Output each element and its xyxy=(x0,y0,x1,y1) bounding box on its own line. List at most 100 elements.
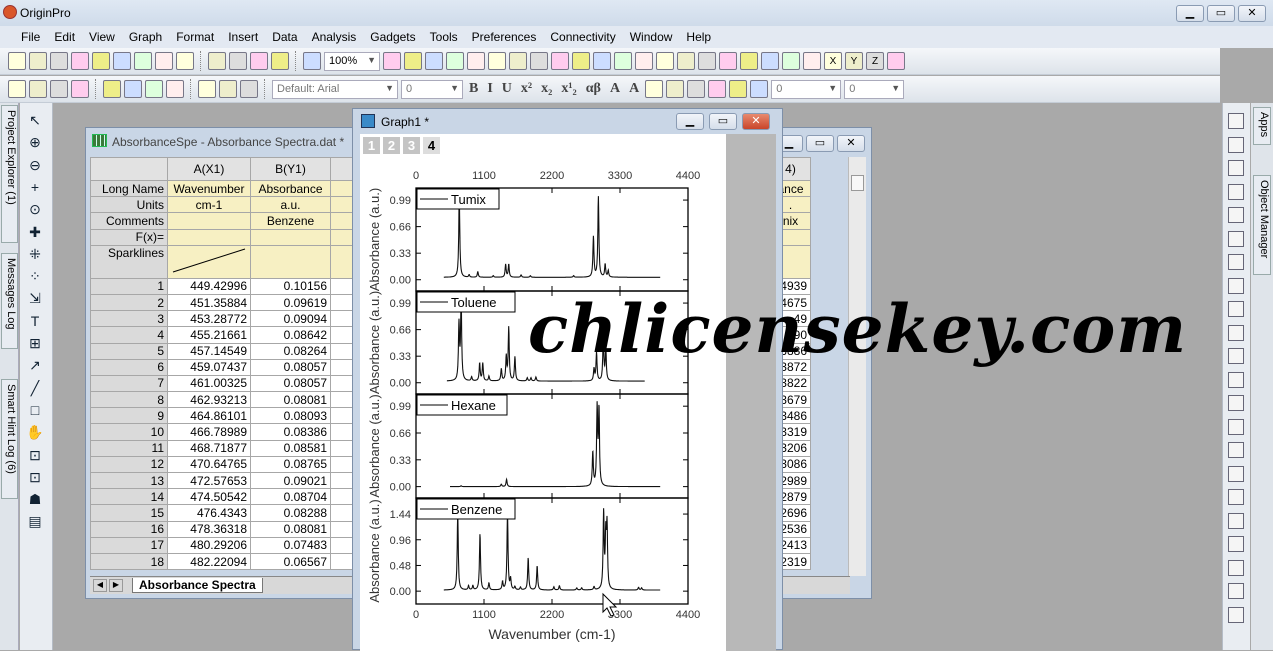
new-project-icon[interactable] xyxy=(8,52,26,70)
row-number[interactable]: 1 xyxy=(90,277,168,295)
paste-icon[interactable] xyxy=(240,80,258,98)
cell-wavenumber[interactable]: 461.00325 xyxy=(167,374,251,393)
menu-window[interactable]: Window xyxy=(623,26,680,48)
long-name-a[interactable]: Wavenumber xyxy=(167,179,251,198)
import-excel-icon[interactable] xyxy=(71,80,89,98)
right-tool-icon-14[interactable] xyxy=(1228,418,1244,435)
font-color-icon[interactable] xyxy=(750,80,769,98)
cell-absorbance[interactable]: 0.08765 xyxy=(250,455,331,474)
row-number[interactable]: 5 xyxy=(90,342,168,360)
layer-icon[interactable]: ▤ xyxy=(26,512,44,530)
long-name-b[interactable]: Absorbance xyxy=(250,179,331,198)
new-matrix-icon[interactable] xyxy=(92,52,110,70)
cell-wavenumber[interactable]: 482.22094 xyxy=(167,552,251,571)
cell-wavenumber[interactable]: 449.42996 xyxy=(167,277,251,295)
clear-filter-icon[interactable] xyxy=(782,52,800,70)
format-button-7[interactable]: A xyxy=(607,81,623,97)
filter-icon[interactable] xyxy=(761,52,779,70)
row-label-fx[interactable]: F(x)= xyxy=(90,228,168,246)
right-tool-icon-7[interactable] xyxy=(1228,254,1244,270)
cell-wavenumber[interactable]: 472.57653 xyxy=(167,471,251,490)
new-workbook-icon[interactable] xyxy=(50,52,68,70)
cell-wavenumber[interactable]: 468.71877 xyxy=(167,439,251,457)
line-tool-icon[interactable]: ╱ xyxy=(26,379,44,397)
row-label-sparklines[interactable]: Sparklines xyxy=(90,244,168,279)
cell-wavenumber[interactable]: 453.28772 xyxy=(167,310,251,328)
right-tool-icon-11[interactable] xyxy=(1228,348,1244,364)
row-number[interactable]: 15 xyxy=(90,504,168,522)
menu-insert[interactable]: Insert xyxy=(221,26,265,48)
cell-absorbance[interactable]: 0.08288 xyxy=(250,504,331,522)
import-multiple-ascii-icon[interactable] xyxy=(50,80,68,98)
new-excel-icon[interactable] xyxy=(176,52,194,70)
film-icon[interactable] xyxy=(446,52,464,70)
scale-icon[interactable]: ⇲ xyxy=(26,289,44,307)
new-graph-icon[interactable] xyxy=(71,52,89,70)
cell-absorbance[interactable]: 0.08081 xyxy=(250,520,331,538)
cell-wavenumber[interactable]: 478.36318 xyxy=(167,520,251,538)
sparkline-b[interactable] xyxy=(250,244,331,279)
cell-absorbance[interactable]: 0.09619 xyxy=(250,293,331,312)
mask-icon[interactable]: ⁘ xyxy=(26,267,44,285)
cell-wavenumber[interactable]: 451.35884 xyxy=(167,293,251,312)
right-tool-icon-18[interactable] xyxy=(1228,512,1244,529)
notes-icon[interactable] xyxy=(614,52,632,70)
project-tree-icon[interactable] xyxy=(530,52,548,70)
fill-color-icon[interactable] xyxy=(666,80,685,98)
project-explorer-tab[interactable]: Project Explorer (1) xyxy=(1,105,18,243)
cell-wavenumber[interactable]: 466.78989 xyxy=(167,423,251,441)
row-number[interactable]: 7 xyxy=(90,374,168,393)
worksheet-restore-button[interactable]: ▭ xyxy=(806,135,834,152)
row-number[interactable]: 17 xyxy=(90,536,168,554)
right-tool-icon-12[interactable] xyxy=(1228,371,1244,388)
cell-absorbance[interactable]: 0.08264 xyxy=(250,342,331,360)
sum-icon[interactable] xyxy=(656,52,674,70)
add-layer-icon[interactable] xyxy=(635,52,653,70)
row-number[interactable]: 3 xyxy=(90,310,168,328)
slideshow-icon[interactable] xyxy=(404,52,422,70)
units-b[interactable]: a.u. xyxy=(250,196,331,214)
row-number[interactable]: 8 xyxy=(90,391,168,409)
open-icon[interactable] xyxy=(208,52,226,70)
cell-absorbance[interactable]: 0.08581 xyxy=(250,439,331,457)
right-tool-icon-10[interactable] xyxy=(1228,324,1244,341)
right-tool-icon-22[interactable] xyxy=(1228,606,1244,623)
right-tool-icon-20[interactable] xyxy=(1228,559,1244,576)
stats-icon[interactable] xyxy=(677,52,695,70)
zoom-combo[interactable]: 100% ▼ xyxy=(324,51,380,71)
pattern-icon[interactable] xyxy=(687,80,706,98)
cell-absorbance[interactable]: 0.07483 xyxy=(250,536,331,554)
fx-b[interactable] xyxy=(250,228,331,246)
export-icon[interactable] xyxy=(425,52,443,70)
column-header-b[interactable]: B(Y1) xyxy=(250,157,331,181)
insert-image-icon[interactable]: ⊡ xyxy=(26,468,44,486)
align-icon[interactable] xyxy=(645,80,664,98)
right-tool-icon-15[interactable] xyxy=(1228,442,1244,458)
command-window-icon[interactable] xyxy=(488,52,506,70)
cell-absorbance[interactable]: 0.06567 xyxy=(250,552,331,571)
new-layout-icon[interactable] xyxy=(134,52,152,70)
tab-scroll-left-icon[interactable]: ◀ xyxy=(93,579,107,592)
graph-window[interactable]: Graph1 * ▁ ▭ ✕ 1 2 3 4 0.00 0.33 0.66 0.99 T… xyxy=(352,108,783,651)
cell-wavenumber[interactable]: 462.93213 xyxy=(167,391,251,409)
row-number[interactable]: 18 xyxy=(90,552,168,571)
corner-cell[interactable] xyxy=(90,157,168,181)
restore-button[interactable]: ▭ xyxy=(1207,5,1235,22)
cell-wavenumber[interactable]: 459.07437 xyxy=(167,358,251,376)
cell-wavenumber[interactable]: 464.86101 xyxy=(167,407,251,425)
line-style-icon[interactable] xyxy=(729,80,748,98)
save-template-icon[interactable] xyxy=(271,52,289,70)
messages-log-tab[interactable]: Messages Log xyxy=(1,253,18,349)
menu-format[interactable]: Format xyxy=(169,26,221,48)
y-icon[interactable]: Y xyxy=(845,52,863,70)
right-tool-icon-17[interactable] xyxy=(1228,489,1244,505)
row-number[interactable]: 14 xyxy=(90,488,168,506)
insert-graph-icon[interactable]: ⊡ xyxy=(26,446,44,464)
import-single-ascii-icon[interactable] xyxy=(29,80,47,98)
font-size-combo[interactable]: 0 ▼ xyxy=(401,79,463,99)
comments-a[interactable] xyxy=(167,212,251,230)
format-button-6[interactable]: αβ xyxy=(583,81,604,97)
bar-plot-icon[interactable] xyxy=(698,52,716,70)
menu-edit[interactable]: Edit xyxy=(47,26,82,48)
open-template-icon[interactable] xyxy=(229,52,247,70)
